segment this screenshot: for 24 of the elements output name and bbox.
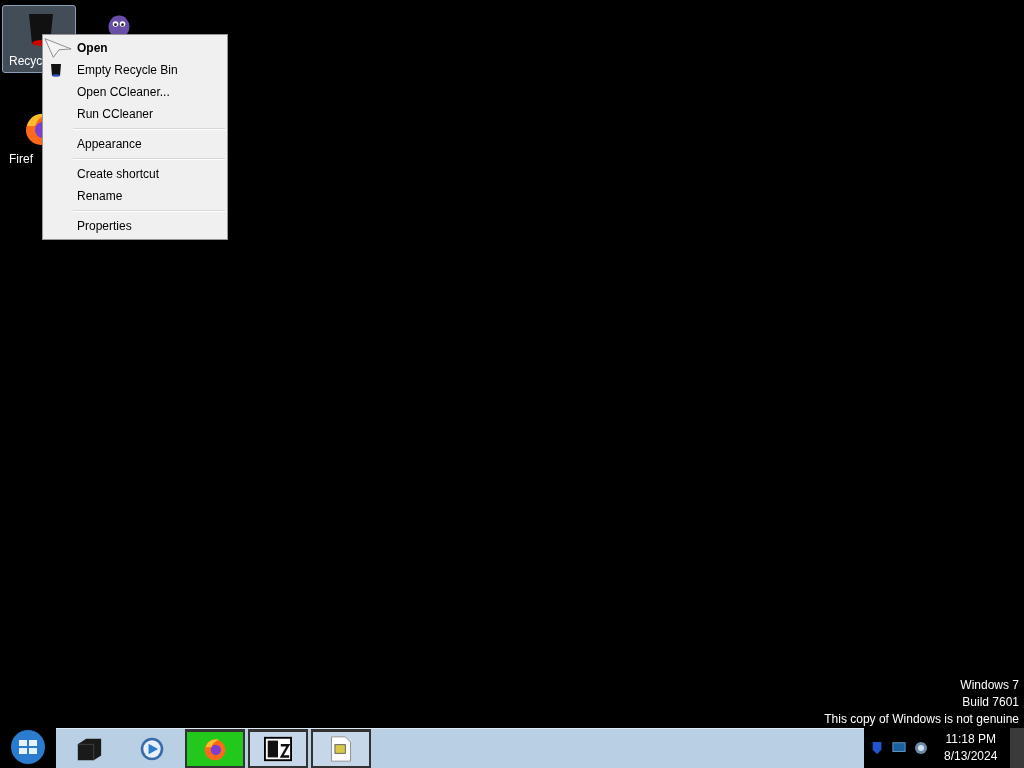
sevenzip-taskbar-button[interactable] (248, 729, 308, 768)
menu-item[interactable]: Rename (43, 185, 227, 207)
menu-item[interactable]: Appearance (43, 133, 227, 155)
menu-item[interactable]: Create shortcut (43, 163, 227, 185)
start-button[interactable] (9, 729, 47, 767)
firefox-taskbar-button[interactable] (185, 729, 245, 768)
document-taskbar-button[interactable] (311, 729, 371, 768)
clock[interactable]: 11:18 PM 8/13/2024 (944, 731, 998, 765)
icon-label: Firef (9, 152, 33, 166)
icon-label: Recyc (9, 54, 43, 68)
clock-time: 11:18 PM (945, 731, 996, 748)
menu-item[interactable]: Run CCleaner (43, 103, 227, 125)
play-icon (138, 735, 166, 762)
clock-date: 8/13/2024 (944, 748, 998, 765)
shield-tray-icon[interactable] (870, 741, 884, 755)
menu-item[interactable]: Open CCleaner... (43, 81, 227, 103)
archive-icon (264, 736, 292, 762)
speaker-tray-icon[interactable] (914, 741, 928, 755)
watermark-text: Windows 7 (960, 677, 1019, 694)
bin-icon (50, 63, 62, 77)
monitor-tray-icon[interactable] (892, 741, 906, 755)
watermark-text: Build 7601 (962, 694, 1019, 711)
watermark-text: This copy of Windows is not genuine (824, 711, 1019, 728)
menu-item[interactable]: Properties (43, 215, 227, 237)
